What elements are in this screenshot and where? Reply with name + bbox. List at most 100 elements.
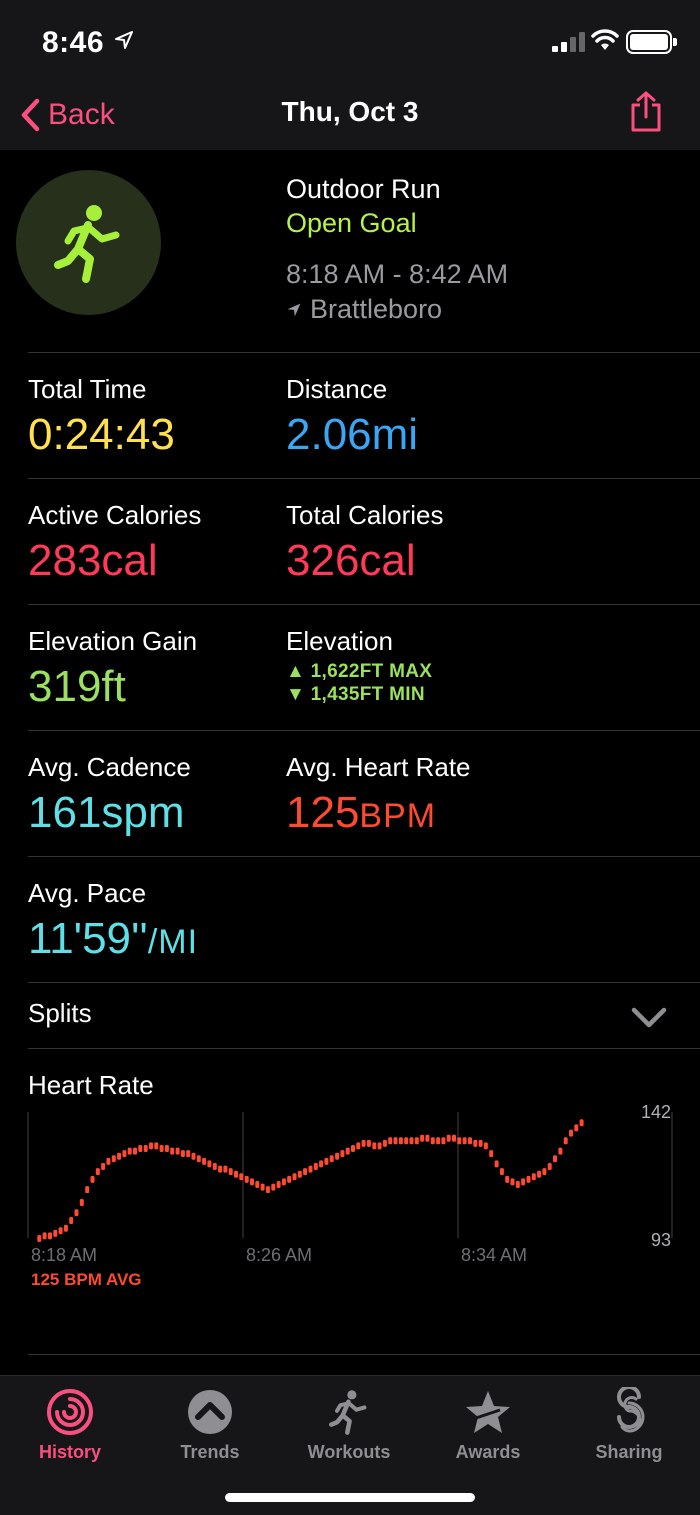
divider [28,730,700,731]
heart-rate-point [531,1173,536,1181]
heart-rate-point [574,1124,579,1132]
avg-heart-rate-unit: BPM [359,797,437,835]
heart-rate-point [281,1178,286,1186]
elevation-gain-value: 319ft [28,662,126,711]
heart-rate-point [393,1137,398,1145]
divider [28,1048,700,1049]
tab-awards[interactable]: Awards [433,1384,543,1463]
heart-rate-point [569,1129,573,1137]
splits-row[interactable]: Splits [28,998,92,1029]
avg-heart-rate-value: 125BPM [286,788,436,838]
heart-rate-point [361,1139,366,1147]
heart-rate-point [553,1155,557,1163]
distance-label: Distance [286,374,388,404]
heart-rate-point [186,1150,191,1158]
heart-rate-point [452,1134,456,1142]
x-tick-label: 8:18 AM [31,1245,97,1265]
heart-rate-point [244,1175,249,1183]
heart-rate-point [271,1183,276,1191]
y-min-label: 93 [651,1230,671,1250]
tab-history[interactable]: History [15,1384,125,1463]
heart-rate-point [53,1229,58,1237]
total-calories-value: 326cal [286,536,416,585]
heart-rate-point [218,1165,223,1173]
heart-rate-point [462,1137,467,1145]
elevation-gain-label: Elevation Gain [28,626,198,656]
heart-rate-point [234,1170,238,1178]
navigation-bar: Back Thu, Oct 3 [0,80,700,150]
avg-pace-label: Avg. Pace [28,878,147,908]
heart-rate-point [329,1155,334,1163]
workout-location: Brattleboro [286,294,442,325]
heart-rate-point [340,1150,345,1158]
status-time: 8:46 [42,26,105,59]
page-title: Thu, Oct 3 [281,96,419,127]
heart-rate-point [292,1173,297,1181]
x-tick-label: 8:26 AM [246,1245,312,1265]
heart-rate-point [127,1147,132,1155]
sharing-icon [617,1387,645,1433]
location-arrow-icon [287,303,301,316]
tab-workouts[interactable]: Workouts [294,1384,404,1463]
heart-rate-point [90,1175,95,1183]
heart-rate-point [478,1139,483,1147]
elevation-label: Elevation [286,626,393,656]
heart-rate-point [63,1224,68,1232]
heart-rate-point [436,1137,441,1145]
heart-rate-point [382,1139,387,1147]
divider [28,1354,700,1355]
heart-rate-point [239,1173,244,1181]
heart-rate-point [101,1163,106,1170]
heart-rate-point [510,1178,515,1186]
avg-heart-rate-label: Avg. Heart Rate [286,752,471,782]
heart-rate-point [303,1168,308,1176]
avg-pace-value: 11'59''/MI [28,914,198,964]
heart-rate-point [170,1147,175,1155]
avg-cadence-value: 161spm [28,788,185,837]
heart-rate-point [563,1137,568,1145]
heart-rate-point [319,1160,324,1168]
heart-rate-point [207,1160,212,1168]
heart-rate-point [377,1142,382,1150]
heart-rate-point [159,1145,164,1152]
total-time-label: Total Time [28,374,147,404]
location-name: Brattleboro [310,294,443,324]
heart-rate-point [260,1183,265,1191]
heart-rate-point [175,1147,180,1155]
tab-sharing[interactable]: Sharing [574,1384,684,1463]
chevron-down-icon[interactable] [630,1006,668,1030]
workout-detail-screen: 8:46 Back Thu, Oct 3 Outdoor Run Open Go… [0,0,700,1515]
cellular-signal-icon [552,30,586,52]
heart-rate-point [138,1145,143,1152]
elevation-min: ▼ 1,435FT MIN [286,684,425,705]
avg-heart-rate-number: 125 [286,788,360,837]
heart-rate-point [483,1142,488,1150]
heart-rate-point [85,1186,90,1194]
heart-rate-point [196,1155,201,1163]
heart-rate-point [414,1137,419,1145]
heart-rate-point [521,1178,526,1186]
heart-rate-point [473,1139,478,1147]
divider [28,982,700,983]
divider [28,604,700,605]
heart-rate-point [143,1145,148,1152]
workout-type: Outdoor Run [286,174,441,204]
tab-trends[interactable]: Trends [155,1384,265,1463]
heart-rate-point [468,1137,472,1145]
share-icon[interactable] [628,90,664,134]
heart-rate-point [489,1150,494,1158]
heart-rate-point [48,1232,52,1240]
runner-icon [329,1390,367,1435]
workout-time-range: 8:18 AM - 8:42 AM [286,259,509,289]
status-bar: 8:46 [0,0,700,80]
heart-rate-title: Heart Rate [28,1070,154,1100]
runner-icon [53,204,119,283]
heart-rate-point [425,1134,430,1142]
workout-goal: Open Goal [286,208,417,238]
heart-rate-point [133,1147,137,1155]
heart-rate-point [547,1163,552,1170]
heart-rate-point [212,1163,217,1170]
heart-rate-point [74,1209,79,1217]
heart-rate-point [255,1181,260,1188]
heart-rate-point [106,1157,111,1165]
